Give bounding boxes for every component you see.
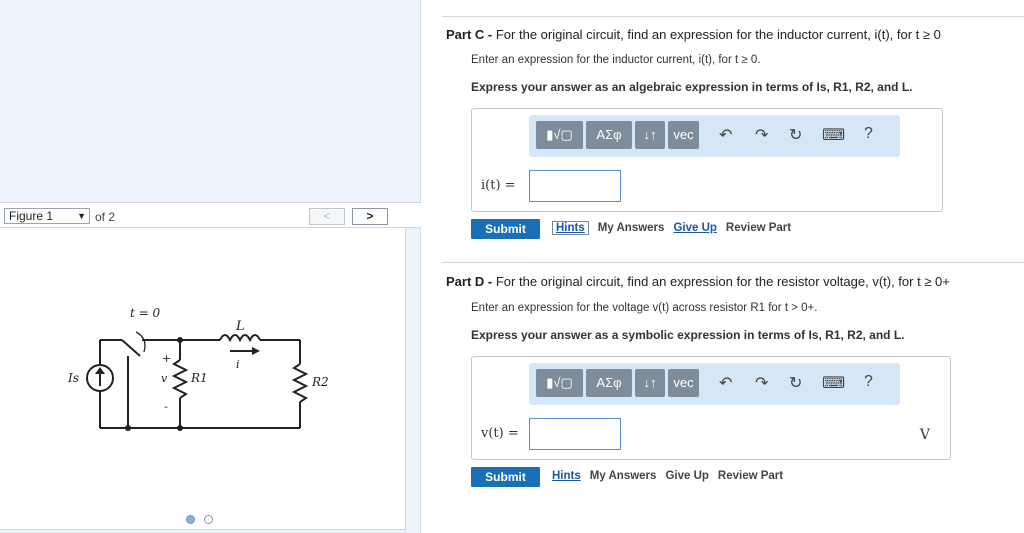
r1-label: R1 xyxy=(190,371,208,385)
vec-button[interactable]: vec xyxy=(668,369,699,397)
minus-label: - xyxy=(164,400,168,413)
part-d-review-part-link[interactable]: Review Part xyxy=(718,470,783,482)
reset-icon[interactable]: ↻ xyxy=(789,373,802,393)
part-c-label: Part C - xyxy=(446,27,493,42)
part-d-instruction: Enter an expression for the voltage v(t)… xyxy=(471,302,818,314)
pager-dot-2[interactable] xyxy=(204,515,214,524)
divider xyxy=(442,262,1024,263)
part-c-heading: Part C - For the original circuit, find … xyxy=(446,27,941,42)
inductor-label: L xyxy=(235,319,245,334)
keyboard-icon[interactable]: ⌨ xyxy=(822,125,845,145)
help-icon[interactable]: ? xyxy=(864,373,873,391)
undo-icon[interactable]: ↶ xyxy=(719,125,732,145)
part-c-links: Hints My Answers Give Up Review Part xyxy=(552,221,800,235)
question-panel: Part C - For the original circuit, find … xyxy=(422,0,1024,533)
part-d-math-toolbar: ▮√▢ ΑΣφ ↓↑ vec ↶ ↷ ↻ ⌨ ? xyxy=(529,363,900,405)
greek-button[interactable]: ΑΣφ xyxy=(586,121,632,149)
part-d-my-answers-link[interactable]: My Answers xyxy=(590,470,657,482)
undo-icon[interactable]: ↶ xyxy=(719,373,732,393)
source-label: Is xyxy=(67,371,79,385)
redo-icon[interactable]: ↷ xyxy=(755,373,768,393)
part-d-submit-button[interactable]: Submit xyxy=(471,467,540,487)
figure-nav-bar: Figure 1 ▼ of 2 < > xyxy=(0,202,421,228)
part-c-my-answers-link[interactable]: My Answers xyxy=(598,222,665,234)
help-icon[interactable]: ? xyxy=(864,125,873,143)
part-c-express: Express your answer as an algebraic expr… xyxy=(471,80,913,94)
chevron-down-icon: ▼ xyxy=(77,211,86,221)
part-c-give-up-link[interactable]: Give Up xyxy=(673,222,716,234)
part-d-answer-box: ▮√▢ ΑΣφ ↓↑ vec ↶ ↷ ↻ ⌨ ? v(t) = V xyxy=(471,356,951,460)
next-figure-button[interactable]: > xyxy=(352,208,388,225)
voltage-label: v xyxy=(161,372,168,385)
redo-icon[interactable]: ↷ xyxy=(755,125,768,145)
part-d-express: Express your answer as a symbolic expres… xyxy=(471,328,905,342)
part-d-give-up-link[interactable]: Give Up xyxy=(665,470,708,482)
part-d-answer-input[interactable] xyxy=(529,418,621,450)
figure-select[interactable]: Figure 1 ▼ xyxy=(4,208,90,224)
part-d-links: Hints My Answers Give Up Review Part xyxy=(552,470,792,482)
part-c-math-toolbar: ▮√▢ ΑΣφ ↓↑ vec ↶ ↷ ↻ ⌨ ? xyxy=(529,115,900,157)
reset-icon[interactable]: ↻ xyxy=(789,125,802,145)
keyboard-icon[interactable]: ⌨ xyxy=(822,373,845,393)
part-d-answer-label: v(t) = xyxy=(481,426,519,441)
part-c-submit-button[interactable]: Submit xyxy=(471,219,540,239)
figure-select-value: Figure 1 xyxy=(9,209,54,223)
part-c-title: For the original circuit, find an expres… xyxy=(495,27,941,42)
part-c-review-part-link[interactable]: Review Part xyxy=(726,222,791,234)
part-d-hints-link[interactable]: Hints xyxy=(552,470,581,482)
part-c-hints-link[interactable]: Hints xyxy=(552,221,589,235)
part-d-title: For the original circuit, find an expres… xyxy=(495,274,950,289)
figure-pager xyxy=(186,511,218,529)
pager-dot-1[interactable] xyxy=(186,515,195,524)
part-c-answer-input[interactable] xyxy=(529,170,621,202)
current-label: i xyxy=(236,358,240,371)
plus-label: + xyxy=(162,352,171,365)
vec-button[interactable]: vec xyxy=(668,121,699,149)
circuit-diagram: t = 0 L i Is v + - R1 R2 xyxy=(67,306,329,431)
part-c-answer-label: i(t) = xyxy=(481,178,516,193)
part-c-answer-box: ▮√▢ ΑΣφ ↓↑ vec ↶ ↷ ↻ ⌨ ? i(t) = xyxy=(471,108,943,212)
arrows-button[interactable]: ↓↑ xyxy=(635,369,665,397)
part-d-heading: Part D - For the original circuit, find … xyxy=(446,274,950,289)
figure-area: t = 0 L i Is v + - R1 R2 xyxy=(0,228,406,530)
figure-panel: Figure 1 ▼ of 2 < > t = 0 L i Is v + - R… xyxy=(0,0,421,533)
arrows-button[interactable]: ↓↑ xyxy=(635,121,665,149)
figure-count: of 2 xyxy=(95,210,116,224)
templates-button[interactable]: ▮√▢ xyxy=(536,121,583,149)
part-d-unit: V xyxy=(919,427,930,443)
part-d-label: Part D - xyxy=(446,274,493,289)
r2-label: R2 xyxy=(311,375,329,389)
templates-button[interactable]: ▮√▢ xyxy=(536,369,583,397)
switch-time-label: t = 0 xyxy=(130,306,161,320)
divider xyxy=(442,16,1024,17)
greek-button[interactable]: ΑΣφ xyxy=(586,369,632,397)
previous-figure-button[interactable]: < xyxy=(309,208,345,225)
part-c-instruction: Enter an expression for the inductor cur… xyxy=(471,54,761,66)
